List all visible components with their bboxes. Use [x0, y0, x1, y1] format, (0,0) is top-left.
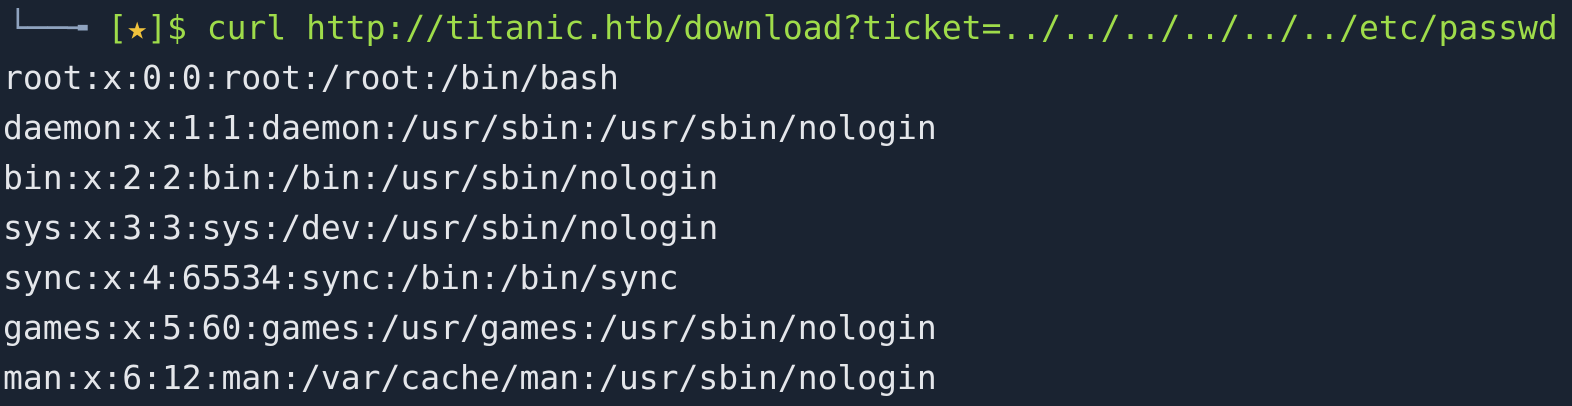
output-line: sync:x:4:65534:sync:/bin:/bin/sync — [3, 258, 679, 297]
output-line: root:x:0:0:root:/root:/bin/bash — [3, 58, 619, 97]
output-line: games:x:5:60:games:/usr/games:/usr/sbin/… — [3, 308, 937, 347]
output-line: man:x:6:12:man:/var/cache/man:/usr/sbin/… — [3, 358, 937, 397]
prompt-line: └──╼ [★]$ curl http://titanic.htb/downlo… — [8, 3, 1558, 53]
star-icon: ★ — [127, 8, 148, 47]
prompt-open-bracket: [ — [107, 8, 128, 47]
prompt-corner: └──╼ — [8, 8, 88, 47]
terminal-window[interactable]: └──╼ [★]$ curl http://titanic.htb/downlo… — [0, 0, 1572, 406]
output-line: daemon:x:1:1:daemon:/usr/sbin:/usr/sbin/… — [3, 108, 937, 147]
output-line: bin:x:2:2:bin:/bin:/usr/sbin/nologin — [3, 158, 719, 197]
command-text: curl http://titanic.htb/download?ticket=… — [206, 8, 1558, 47]
output-line: sys:x:3:3:sys:/dev:/usr/sbin/nologin — [3, 208, 719, 247]
prompt-dollar: ]$ — [147, 8, 187, 47]
